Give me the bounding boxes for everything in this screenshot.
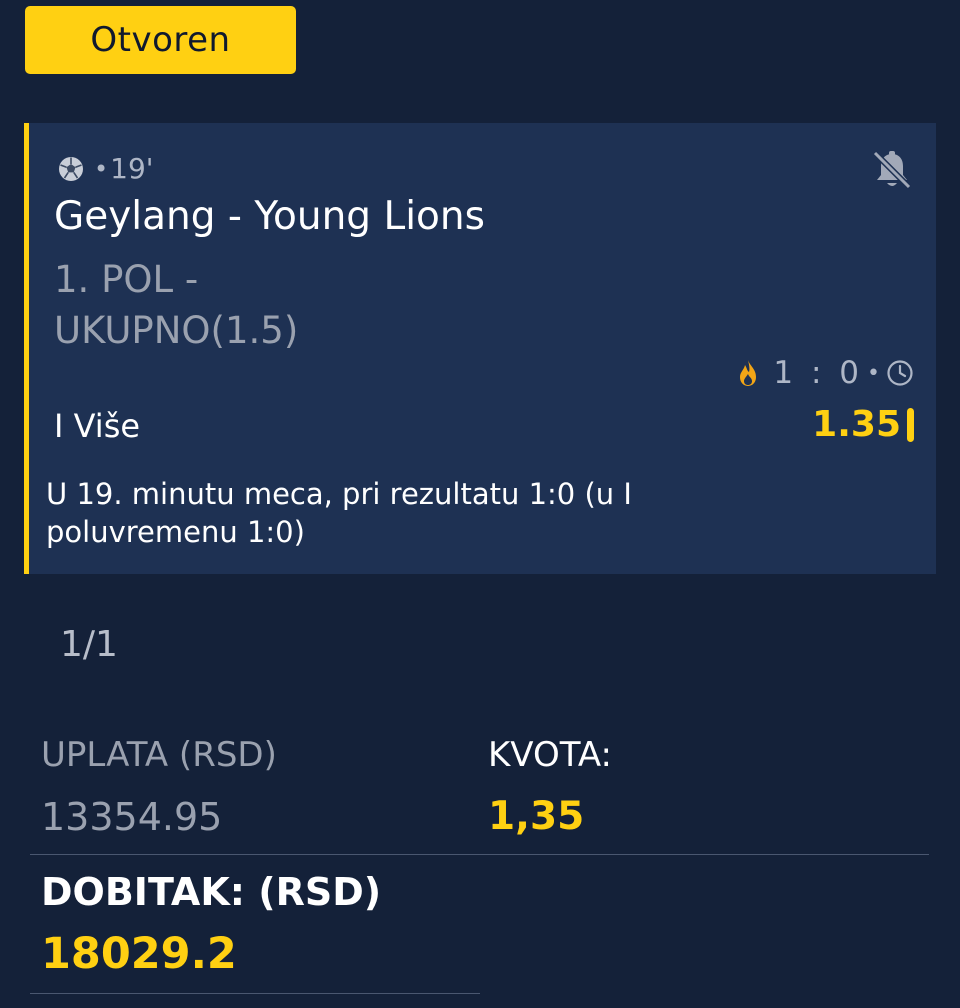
live-score: 1 : 0 • bbox=[737, 355, 914, 391]
status-open-button[interactable]: Otvoren bbox=[25, 6, 296, 74]
total-odds-value: 1,35 bbox=[488, 794, 585, 839]
soccer-ball-icon bbox=[59, 157, 83, 181]
event-note: U 19. minutu meca, pri rezultatu 1:0 (u … bbox=[46, 477, 632, 549]
stake-value: 13354.95 bbox=[41, 795, 223, 839]
bell-off-icon[interactable] bbox=[870, 148, 914, 192]
match-title: Geylang - Young Lions bbox=[54, 194, 485, 239]
ticket-page: Otvoren Geylang - Young Lions 1. POL - U… bbox=[0, 0, 960, 1008]
bet-card[interactable]: Geylang - Young Lions 1. POL - UKUPNO(1.… bbox=[24, 123, 936, 574]
winnings-label: DOBITAK: (RSD) bbox=[41, 870, 382, 914]
ticket-counter: 1/1 bbox=[60, 624, 118, 665]
divider bbox=[30, 854, 929, 855]
total-odds-label: KVOTA: bbox=[488, 735, 612, 775]
clock-icon bbox=[887, 360, 913, 386]
pick-label: I Više bbox=[54, 407, 141, 445]
match-minute: 19' bbox=[110, 152, 154, 185]
live-meta: • 19' bbox=[58, 155, 153, 183]
divider bbox=[30, 993, 480, 994]
winnings-value: 18029.2 bbox=[41, 929, 237, 979]
stake-label: UPLATA (RSD) bbox=[41, 735, 277, 775]
meta-dot: • bbox=[94, 155, 109, 183]
fire-icon bbox=[740, 360, 757, 386]
odds-indicator: 1.35 bbox=[812, 404, 914, 445]
odds-value: 1.35 bbox=[812, 404, 901, 445]
score-text: 1 : 0 bbox=[773, 355, 864, 391]
market-name: 1. POL - UKUPNO(1.5) bbox=[54, 258, 299, 352]
odds-marker bbox=[907, 407, 914, 442]
score-separator-dot: • bbox=[867, 360, 884, 386]
